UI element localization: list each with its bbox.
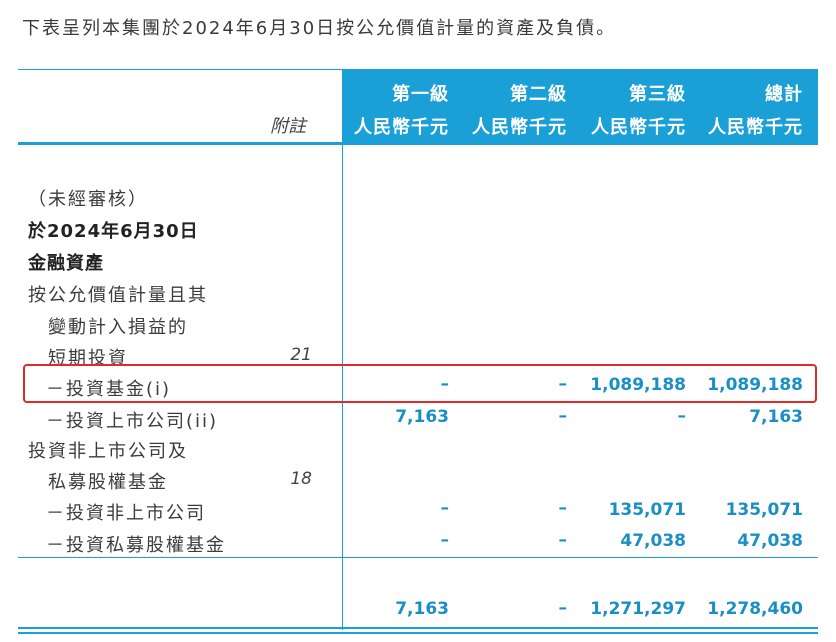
group2-note: 18 xyxy=(290,469,312,489)
total-rule xyxy=(18,557,818,558)
row-unlisted-level1: – xyxy=(440,498,450,518)
highlight-box xyxy=(23,364,817,403)
row-pe-level3: 47,038 xyxy=(620,531,686,551)
col-level1-header: 第一級 xyxy=(392,84,449,105)
row-label-listed: －投資上市公司(ii) xyxy=(46,411,219,432)
col-level2-unit: 人民幣千元 xyxy=(472,117,567,138)
col-level1-unit: 人民幣千元 xyxy=(354,117,449,138)
row-listed-level3: – xyxy=(677,406,687,426)
group1-label-line2: 變動計入損益的 xyxy=(48,317,188,338)
row-unlisted-total: 135,071 xyxy=(725,500,803,520)
col-total-unit: 人民幣千元 xyxy=(708,117,803,138)
note-column-header: 附註 xyxy=(270,116,306,137)
row-pe-level1: – xyxy=(440,530,450,550)
group2-label-line2: 私募股權基金 xyxy=(48,472,168,493)
col-level3-unit: 人民幣千元 xyxy=(591,117,686,138)
row-unlisted-level3: 135,071 xyxy=(608,500,686,520)
row-listed-level2: – xyxy=(558,406,568,426)
row-pe-level2: – xyxy=(558,530,568,550)
intro-text: 下表呈列本集團於2024年6月30日按公允價值計量的資產及負債。 xyxy=(22,18,617,39)
row-label-unlisted: －投資非上市公司 xyxy=(46,503,206,524)
group1-label-line1: 按公允價值計量且其 xyxy=(28,285,208,306)
bottom-double-rule-1 xyxy=(18,627,818,629)
date-heading: 於2024年6月30日 xyxy=(28,221,199,242)
row-listed-level1: 7,163 xyxy=(395,407,449,427)
row-pe-total: 47,038 xyxy=(737,531,803,551)
total-level3: 1,271,297 xyxy=(590,599,686,619)
col-total-header: 總計 xyxy=(765,84,803,105)
col-level2-header: 第二級 xyxy=(510,84,567,105)
header-separator xyxy=(18,142,818,145)
unaudited-label: （未經審核） xyxy=(28,189,148,210)
row-listed-total: 7,163 xyxy=(749,407,803,427)
row-label-private-equity: －投資私募股權基金 xyxy=(46,535,226,556)
bottom-double-rule-2 xyxy=(18,632,818,634)
group1-note: 21 xyxy=(290,345,312,365)
row-unlisted-level2: – xyxy=(558,498,568,518)
section-heading: 金融資產 xyxy=(28,253,104,274)
group2-label-line1: 投資非上市公司及 xyxy=(28,441,188,462)
total-total: 1,278,460 xyxy=(707,599,803,619)
col-level3-header: 第三級 xyxy=(629,84,686,105)
total-level2: – xyxy=(558,598,568,618)
total-level1: 7,163 xyxy=(395,599,449,619)
